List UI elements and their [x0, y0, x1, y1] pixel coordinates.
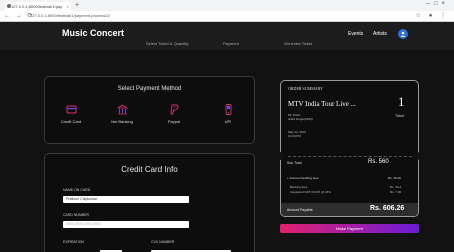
name-on-card-input[interactable]: Prathum Chiplunkar [63, 196, 189, 203]
handling-fee-label: + Internet handling fees [287, 176, 319, 180]
bank-icon [116, 104, 128, 115]
payment-method-card: Select Payment Method Credit Card Net Ba… [44, 76, 255, 144]
subtotal-label: Sub Total [287, 161, 302, 165]
step-generate-ticket: Generate Ticket [284, 41, 313, 46]
method-net-banking[interactable]: Net Banking [102, 104, 142, 124]
gst-label: Integrated GST (IGST) @ 18% [290, 190, 332, 194]
ticket-type-detail: Adult Single(1500) [288, 117, 313, 121]
ticket-label: Ticket [395, 114, 405, 118]
card-number-label: CARD NUMBER [63, 213, 90, 217]
method-label: Paypal [167, 119, 181, 124]
tab-title: 127.0.0.1:8000/festival/1/pay [11, 4, 63, 9]
favicon-icon [7, 4, 11, 8]
amount-payable-label: Amount Payable [287, 208, 313, 212]
subtotal-value: Rs. 560 [368, 159, 389, 165]
window-controls[interactable]: –□× [427, 1, 449, 7]
payment-method-title: Select Payment Method [117, 86, 182, 92]
browser-tab[interactable]: 127.0.0.1:8000/festival/1/pay × [5, 2, 71, 11]
new-tab-icon[interactable]: + [75, 2, 79, 9]
app-window: 127.0.0.1:8000/festival/1/pay × + –□× ← … [0, 0, 454, 252]
method-label: UPI [224, 119, 232, 124]
tab-close-icon[interactable]: × [67, 2, 69, 11]
browser-chrome: 127.0.0.1:8000/festival/1/pay × + –□× ← … [0, 0, 454, 22]
amount-payable-value: Rs. 606.26 [370, 205, 405, 212]
method-label: Credit Card [60, 119, 82, 124]
cvv-label: CVV NUMBER [151, 240, 175, 244]
make-payment-button[interactable]: Make Payment [280, 224, 419, 233]
amount-payable-bar: Amount Payable Rs. 606.26 [281, 203, 418, 216]
step-payment: Payment [223, 41, 239, 46]
step-select-ticket: Select Ticket & Quantity [146, 41, 189, 46]
credit-card-icon [66, 105, 76, 114]
booking-fees-label: Booking fees [290, 185, 308, 189]
event-name: MTV India Tour Live ... [288, 100, 356, 108]
handling-fee-value: Rs. 46.26 [388, 176, 401, 180]
site-header: Music Concert Select Ticket & Quantity P… [0, 22, 454, 50]
url-text[interactable]: 127.0.0.1:8000/festival/1/payment-proces… [30, 13, 110, 18]
user-avatar-icon[interactable] [398, 29, 408, 39]
card-number-input[interactable]: 0000-0000-0000-0000 [63, 221, 189, 228]
nav-events[interactable]: Events [348, 31, 363, 37]
event-time: 10:00 PM [288, 134, 301, 138]
browser-menu-icons[interactable]: ☆ ● ⋮ [416, 12, 449, 19]
method-upi[interactable]: UPI [208, 104, 248, 124]
method-label: Net Banking [111, 119, 133, 124]
nav-artists[interactable]: Artists [373, 31, 387, 37]
credit-card-title: Credit Card Info [121, 165, 178, 174]
order-summary-title: ORDER SUMMARY [288, 86, 324, 91]
address-bar: ← → ⟳ 127.0.0.1:8000/festival/1/payment-… [0, 11, 454, 22]
gst-value: Rs. 7.06 [390, 190, 402, 194]
ticket-notch-left [276, 152, 284, 160]
expiration-label: EXPIRATION [63, 240, 84, 244]
credit-card-info-card: Credit Card Info NAME ON CARD Prathum Ch… [44, 153, 255, 252]
booking-fees-value: Rs. 39.2 [390, 185, 402, 189]
order-summary-card: ORDER SUMMARY MTV India Tour Live ... 1 … [276, 80, 421, 217]
paypal-icon [169, 104, 178, 115]
name-on-card-label: NAME ON CARD [63, 188, 91, 192]
ticket-divider [288, 156, 412, 157]
ticket-count: 1 [398, 94, 405, 109]
method-paypal[interactable]: Paypal [154, 104, 194, 124]
ticket-notch-right [413, 152, 421, 160]
method-credit-card[interactable]: Credit Card [51, 104, 91, 124]
upi-icon [225, 104, 231, 115]
brand-logo[interactable]: Music Concert [62, 28, 124, 38]
